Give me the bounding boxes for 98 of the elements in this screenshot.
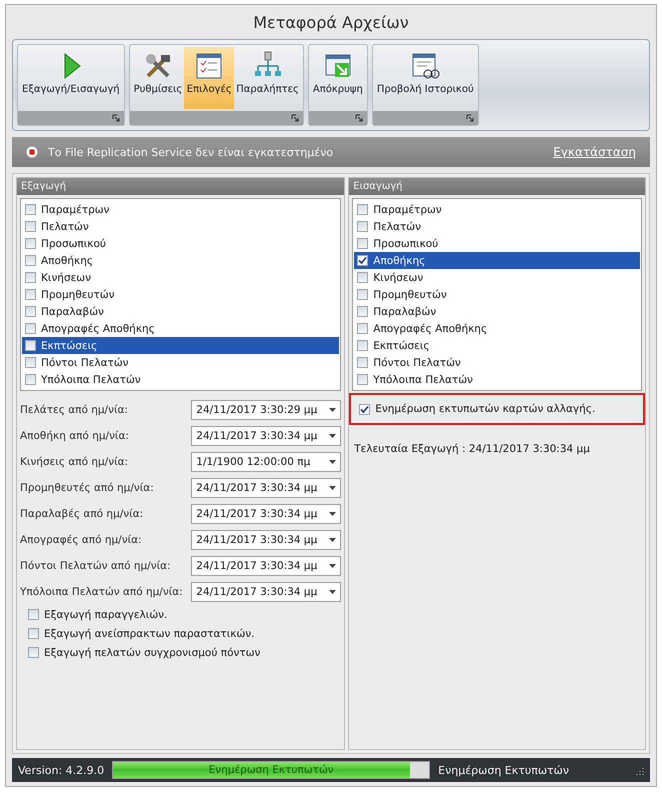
option-checkbox[interactable]: Εξαγωγή παραγγελιών.	[20, 605, 342, 624]
checkbox[interactable]	[28, 647, 39, 658]
date-field[interactable]: 1/1/1900 12:00:00 πμ	[191, 452, 342, 472]
checkbox[interactable]	[25, 306, 36, 317]
checkbox[interactable]	[25, 272, 36, 283]
checkbox[interactable]	[25, 340, 36, 351]
checkbox[interactable]	[357, 238, 368, 249]
checkbox[interactable]	[25, 289, 36, 300]
field-label: Κινήσεις από ημ/νία:	[20, 456, 128, 468]
list-item[interactable]: Παραλαβών	[354, 303, 640, 320]
list-item[interactable]: Προμηθευτών	[22, 286, 340, 303]
list-item[interactable]: Παραμέτρων	[354, 201, 640, 218]
option-checkbox[interactable]: Ενημέρωση εκτυπωτών καρτών αλλαγής.	[349, 393, 645, 425]
dropdown-arrow-icon	[329, 486, 336, 490]
list-item[interactable]: Απογραφές Αποθήκης	[354, 320, 640, 337]
progress-label: Ενημέρωση Εκτυπωτών	[208, 764, 335, 776]
checkbox[interactable]	[359, 404, 370, 414]
list-item[interactable]: Προμηθευτών	[354, 286, 640, 303]
checkbox[interactable]	[357, 374, 368, 385]
ribbon-button[interactable]: Παραλήπτες	[234, 47, 301, 109]
list-item[interactable]: Υπόλοιπα Πελατών	[354, 371, 640, 388]
date-field[interactable]: 24/11/2017 3:30:34 μμ	[191, 504, 342, 524]
dialog-launcher-icon[interactable]	[466, 114, 474, 122]
list-item[interactable]: Πελατών	[22, 218, 340, 235]
list-item[interactable]: Απογραφές Αποθήκης	[22, 320, 340, 337]
checkbox[interactable]	[25, 323, 36, 334]
list-item[interactable]: Πελατών	[354, 218, 640, 235]
panel-header: Εξαγωγή	[17, 178, 344, 195]
list-item[interactable]: Κινήσεων	[22, 269, 340, 286]
checkbox[interactable]	[25, 204, 36, 215]
field-label: Αποθήκη από ημ/νία:	[20, 430, 129, 442]
checkbox[interactable]	[357, 255, 368, 266]
field-label: Υπόλοιπα Πελατών από ημ/νία:	[20, 586, 183, 598]
checkbox[interactable]	[357, 306, 368, 317]
resize-grip-icon[interactable]	[635, 766, 644, 774]
window-title: Μεταφορά Αρχείων	[252, 12, 410, 34]
dropdown-arrow-icon	[329, 460, 336, 464]
checkbox[interactable]	[25, 374, 36, 385]
list-item[interactable]: Εκπτώσεις	[22, 337, 340, 354]
dropdown-arrow-icon	[329, 590, 336, 594]
ribbon-button[interactable]: Εξαγωγή/Εισαγωγή	[20, 47, 122, 109]
checkbox[interactable]	[28, 609, 39, 620]
date-field[interactable]: 24/11/2017 3:30:34 μμ	[191, 478, 342, 498]
field-label: Παραλαβές από ημ/νία:	[20, 508, 144, 520]
list-item[interactable]: Πόντοι Πελατών	[22, 354, 340, 371]
status-text: Ενημέρωση Εκτυπωτών	[438, 764, 570, 776]
checkbox[interactable]	[25, 238, 36, 249]
list-item[interactable]: Πόντοι Πελατών	[354, 354, 640, 371]
checkbox[interactable]	[357, 272, 368, 283]
checkbox[interactable]	[25, 357, 36, 368]
checkbox[interactable]	[357, 340, 368, 351]
dropdown-arrow-icon	[329, 538, 336, 542]
list-item[interactable]: Εκπτώσεις	[354, 337, 640, 354]
date-field[interactable]: 24/11/2017 3:30:34 μμ	[191, 556, 342, 576]
field-label: Προμηθευτές από ημ/νία:	[20, 482, 154, 494]
list-item[interactable]: Υπόλοιπα Πελατών	[22, 371, 340, 388]
error-icon	[26, 146, 38, 158]
date-field[interactable]: 24/11/2017 3:30:34 μμ	[191, 582, 342, 602]
checkbox[interactable]	[25, 221, 36, 232]
ribbon-button[interactable]: Ρυθμίσεις	[132, 47, 184, 109]
ribbon-button[interactable]: Προβολή Ιστορικού	[374, 47, 476, 109]
checkbox[interactable]	[357, 204, 368, 215]
date-field[interactable]: 24/11/2017 3:30:29 μμ	[191, 400, 342, 420]
date-field[interactable]: 24/11/2017 3:30:34 μμ	[191, 426, 342, 446]
list-item[interactable]: Προσωπικού	[22, 235, 340, 252]
date-field[interactable]: 24/11/2017 3:30:34 μμ	[191, 530, 342, 550]
field-label: Απογραφές από ημ/νία:	[20, 534, 142, 546]
list-item[interactable]: Αποθήκης	[354, 252, 640, 269]
checkbox[interactable]	[357, 221, 368, 232]
checkbox[interactable]	[28, 628, 39, 639]
checkbox[interactable]	[357, 357, 368, 368]
last-export-text: Τελευταία Εξαγωγή : 24/11/2017 3:30:34 μμ	[353, 443, 591, 455]
dropdown-arrow-icon	[329, 512, 336, 516]
dropdown-arrow-icon	[329, 434, 336, 438]
field-label: Πόντοι Πελατών από ημ/νία:	[20, 560, 171, 572]
checkbox[interactable]	[357, 289, 368, 300]
ribbon-button[interactable]: Απόκρυψη	[310, 47, 365, 109]
list-item[interactable]: Παραλαβών	[22, 303, 340, 320]
list-item[interactable]: Κινήσεων	[354, 269, 640, 286]
dropdown-arrow-icon	[329, 564, 336, 568]
dialog-launcher-icon[interactable]	[290, 114, 299, 122]
version-text: Version: 4.2.9.0	[18, 764, 104, 776]
ribbon-button[interactable]: Επιλογές	[184, 47, 234, 109]
dialog-launcher-icon[interactable]	[112, 114, 120, 122]
option-checkbox[interactable]: Εξαγωγή ανείσπρακτων παραστατικών.	[20, 624, 342, 643]
checkbox[interactable]	[357, 323, 368, 334]
list-item[interactable]: Προσωπικού	[354, 235, 640, 252]
history-icon	[410, 51, 440, 81]
panel-header: Εισαγωγή	[349, 178, 645, 195]
notice-message: Το File Replication Service δεν είναι εγκατεστημένο	[48, 146, 334, 158]
list-item[interactable]: Παραμέτρων	[22, 201, 340, 218]
checkbox[interactable]	[25, 255, 36, 266]
field-label: Πελάτες από ημ/νία:	[20, 404, 128, 416]
option-checkbox[interactable]: Εξαγωγή πελατών συγχρονισμού πόντων	[20, 643, 342, 662]
dropdown-arrow-icon	[329, 408, 336, 412]
list-item[interactable]: Αποθήκης	[22, 252, 340, 269]
checklist-icon	[194, 51, 224, 81]
dialog-launcher-icon[interactable]	[354, 114, 363, 122]
